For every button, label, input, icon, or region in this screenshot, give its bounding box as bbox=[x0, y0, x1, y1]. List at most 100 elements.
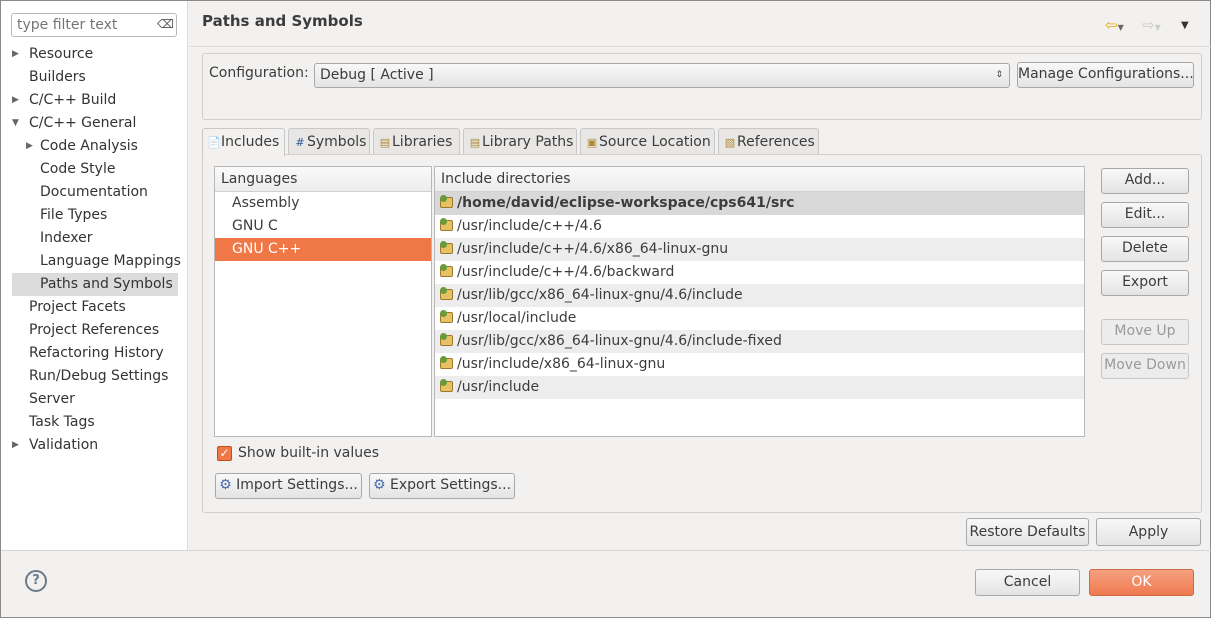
include-path: /usr/local/include bbox=[457, 310, 577, 326]
sidebar-item-label: C/C++ Build bbox=[29, 92, 117, 108]
include-directory-row[interactable]: /usr/include/x86_64-linux-gnu bbox=[435, 353, 1084, 376]
export-button[interactable]: Export bbox=[1101, 270, 1189, 296]
include-path: /usr/include/x86_64-linux-gnu bbox=[457, 356, 666, 372]
back-arrow-icon[interactable]: ⇦▼ bbox=[1105, 16, 1124, 34]
sidebar-item-project-facets[interactable]: Project Facets bbox=[29, 296, 126, 319]
include-directory-row[interactable]: /usr/include/c++/4.6/backward bbox=[435, 261, 1084, 284]
sidebar-item-paths-and-symbols[interactable]: Paths and Symbols bbox=[12, 273, 178, 296]
manage-configurations-button[interactable]: Manage Configurations... bbox=[1017, 62, 1194, 88]
sidebar-item-documentation[interactable]: Documentation bbox=[40, 181, 148, 204]
include-directory-row[interactable]: /usr/local/include bbox=[435, 307, 1084, 330]
forward-arrow-icon[interactable]: ⇨▼ bbox=[1142, 16, 1161, 34]
filter-input[interactable] bbox=[11, 13, 177, 37]
include-directory-row[interactable]: /usr/lib/gcc/x86_64-linux-gnu/4.6/includ… bbox=[435, 330, 1084, 353]
collapsed-arrow-icon[interactable]: ▶ bbox=[12, 89, 19, 112]
sidebar-item-c-c-build[interactable]: ▶ C/C++ Build bbox=[12, 89, 117, 112]
sidebar-item-label: Project References bbox=[29, 322, 160, 338]
libraries-icon: ▤ bbox=[379, 136, 391, 149]
edit-button[interactable]: Edit... bbox=[1101, 202, 1189, 228]
references-icon: ▧ bbox=[724, 136, 736, 149]
collapsed-arrow-icon[interactable]: ▶ bbox=[26, 135, 33, 158]
include-directory-row[interactable]: /usr/include/c++/4.6/x86_64-linux-gnu bbox=[435, 238, 1084, 261]
header-divider bbox=[189, 46, 1211, 47]
sidebar-item-file-types[interactable]: File Types bbox=[40, 204, 107, 227]
cancel-button[interactable]: Cancel bbox=[975, 569, 1080, 596]
help-icon[interactable]: ? bbox=[25, 570, 47, 592]
sidebar-item-label: Run/Debug Settings bbox=[29, 368, 169, 384]
apply-button[interactable]: Apply bbox=[1096, 518, 1201, 546]
sidebar-item-validation[interactable]: ▶ Validation bbox=[12, 434, 99, 457]
view-menu-icon[interactable]: ▼ bbox=[1181, 20, 1189, 31]
collapsed-arrow-icon[interactable]: ▶ bbox=[12, 43, 19, 66]
configuration-label: Configuration: bbox=[209, 65, 309, 81]
export-settings-button[interactable]: ⚙ Export Settings... bbox=[369, 473, 515, 499]
import-icon: ⚙ bbox=[219, 477, 232, 493]
sidebar-item-label: File Types bbox=[40, 207, 108, 223]
folder-include-icon bbox=[440, 310, 453, 323]
sidebar-item-label: C/C++ General bbox=[29, 115, 137, 131]
expanded-arrow-icon[interactable]: ▼ bbox=[12, 112, 19, 135]
sidebar-item-refactoring-history[interactable]: Refactoring History bbox=[29, 342, 164, 365]
tab-library-paths[interactable]: ▤ Library Paths bbox=[463, 128, 577, 155]
restore-defaults-button[interactable]: Restore Defaults bbox=[966, 518, 1089, 546]
sidebar-item-label: Refactoring History bbox=[29, 345, 164, 361]
page-title: Paths and Symbols bbox=[202, 12, 363, 30]
languages-list: Languages Assembly GNU C GNU C++ bbox=[214, 166, 432, 437]
hash-icon: # bbox=[295, 136, 305, 149]
language-item[interactable]: Assembly bbox=[215, 192, 431, 215]
tab-includes[interactable]: 📄Includes bbox=[202, 128, 285, 156]
sidebar-item-language-mappings[interactable]: Language Mappings bbox=[40, 250, 181, 273]
sidebar-item-label: Code Style bbox=[40, 161, 116, 177]
language-item[interactable]: GNU C++ bbox=[215, 238, 431, 261]
configuration-select[interactable]: Debug [ Active ] ⇕ bbox=[314, 63, 1010, 88]
show-builtin-checkbox[interactable]: ✓ bbox=[217, 446, 232, 461]
move-down-button[interactable]: Move Down bbox=[1101, 353, 1189, 379]
sidebar-item-label: Project Facets bbox=[29, 299, 126, 315]
sidebar-item-label: Documentation bbox=[40, 184, 148, 200]
folder-include-icon bbox=[440, 241, 453, 254]
include-directory-row[interactable]: /usr/include bbox=[435, 376, 1084, 399]
tab-source-location[interactable]: ▣ Source Location bbox=[580, 128, 715, 155]
tab-label: Symbols bbox=[307, 134, 367, 150]
add-button[interactable]: Add... bbox=[1101, 168, 1189, 194]
ok-button[interactable]: OK bbox=[1089, 569, 1194, 596]
sidebar-item-builders[interactable]: Builders bbox=[29, 66, 86, 89]
delete-button[interactable]: Delete bbox=[1101, 236, 1189, 262]
show-builtin-label: Show built-in values bbox=[238, 445, 380, 461]
import-settings-button[interactable]: ⚙ Import Settings... bbox=[215, 473, 362, 499]
export-icon: ⚙ bbox=[372, 477, 386, 493]
collapsed-arrow-icon[interactable]: ▶ bbox=[12, 434, 19, 457]
tab-symbols[interactable]: # Symbols bbox=[288, 128, 370, 155]
folder-include-icon bbox=[440, 333, 453, 346]
folder-include-icon bbox=[440, 287, 453, 300]
move-up-button[interactable]: Move Up bbox=[1101, 319, 1189, 345]
sidebar-item-code-analysis[interactable]: ▶ Code Analysis bbox=[26, 135, 138, 158]
sidebar-item-resource[interactable]: ▶ Resource bbox=[12, 43, 94, 66]
include-directory-row[interactable]: /usr/include/c++/4.6 bbox=[435, 215, 1084, 238]
sidebar-item-task-tags[interactable]: Task Tags bbox=[29, 411, 95, 434]
sidebar-item-label: Validation bbox=[29, 437, 99, 453]
include-path: /usr/lib/gcc/x86_64-linux-gnu/4.6/includ… bbox=[457, 287, 743, 303]
tab-references[interactable]: ▧ References bbox=[718, 128, 819, 155]
workspace-include-icon bbox=[440, 195, 453, 208]
sidebar-item-server[interactable]: Server bbox=[29, 388, 75, 411]
include-directory-row[interactable]: /usr/lib/gcc/x86_64-linux-gnu/4.6/includ… bbox=[435, 284, 1084, 307]
tab-label: Source Location bbox=[599, 134, 711, 150]
sidebar-item-run-debug-settings[interactable]: Run/Debug Settings bbox=[29, 365, 168, 388]
tab-label: Library Paths bbox=[482, 134, 574, 150]
sidebar-item-label: Indexer bbox=[40, 230, 93, 246]
folder-include-icon bbox=[440, 356, 453, 369]
sidebar-item-project-references[interactable]: Project References bbox=[29, 319, 159, 342]
sidebar-item-indexer[interactable]: Indexer bbox=[40, 227, 92, 250]
tab-libraries[interactable]: ▤ Libraries bbox=[373, 128, 460, 155]
include-directory-row[interactable]: /home/david/eclipse-workspace/cps641/src bbox=[435, 192, 1084, 215]
sidebar-item-code-style[interactable]: Code Style bbox=[40, 158, 115, 181]
folder-include-icon bbox=[440, 218, 453, 231]
language-item[interactable]: GNU C bbox=[215, 215, 431, 238]
clear-filter-icon[interactable]: ⌫ bbox=[157, 17, 174, 31]
sidebar-item-c-c-general[interactable]: ▼ C/C++ General bbox=[12, 112, 137, 135]
tab-label: References bbox=[737, 134, 815, 150]
footer-divider bbox=[1, 550, 1211, 551]
sidebar-item-label: Resource bbox=[29, 46, 94, 62]
sidebar-item-label: Server bbox=[29, 391, 75, 407]
